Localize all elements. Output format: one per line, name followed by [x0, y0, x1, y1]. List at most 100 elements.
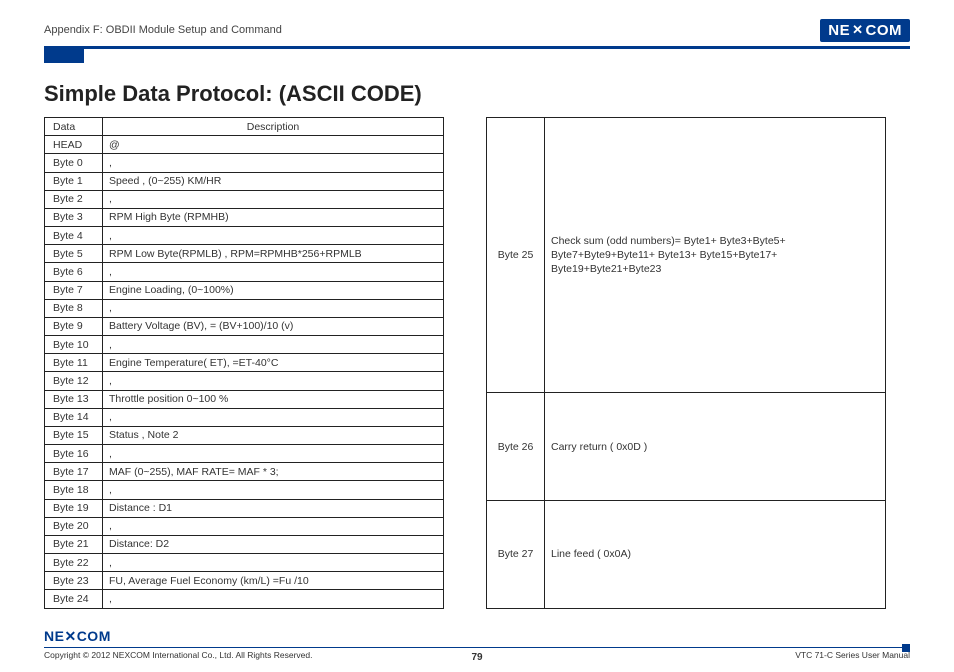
table-row: Byte 0, [45, 154, 444, 172]
table-row: Byte 2, [45, 190, 444, 208]
cell-description: Status , Note 2 [103, 426, 444, 444]
cell-description: , [103, 263, 444, 281]
th-data: Data [45, 118, 103, 136]
table-row: Byte 27Line feed ( 0x0A) [487, 501, 886, 609]
cell-data: Byte 13 [45, 390, 103, 408]
table-row: Byte 16, [45, 445, 444, 463]
table-row: Byte 21Distance: D2 [45, 535, 444, 553]
cell-data: Byte 8 [45, 299, 103, 317]
table-row: Byte 19Distance : D1 [45, 499, 444, 517]
cell-data: Byte 21 [45, 535, 103, 553]
cell-description: Throttle position 0~100 % [103, 390, 444, 408]
cell-description: , [103, 481, 444, 499]
cell-data: Byte 27 [487, 501, 545, 609]
cell-data: Byte 14 [45, 408, 103, 426]
cell-description: @ [103, 136, 444, 154]
th-description: Description [103, 118, 444, 136]
cell-data: Byte 6 [45, 263, 103, 281]
table-row: Byte 26Carry return ( 0x0D ) [487, 393, 886, 501]
table-row: Byte 23FU, Average Fuel Economy (km/L) =… [45, 572, 444, 590]
cell-description: RPM High Byte (RPMHB) [103, 208, 444, 226]
cell-description: Line feed ( 0x0A) [545, 501, 886, 609]
table-row: Byte 20, [45, 517, 444, 535]
cell-data: Byte 26 [487, 393, 545, 501]
cell-description: , [103, 445, 444, 463]
cell-data: Byte 12 [45, 372, 103, 390]
copyright-text: Copyright © 2012 NEXCOM International Co… [44, 650, 312, 660]
cell-data: Byte 20 [45, 517, 103, 535]
brand-logo: NE✕COM [820, 19, 910, 42]
cell-data: Byte 23 [45, 572, 103, 590]
cell-data: Byte 15 [45, 426, 103, 444]
cell-description: Check sum (odd numbers)= Byte1+ Byte3+By… [545, 118, 886, 393]
cell-data: Byte 22 [45, 554, 103, 572]
table-row: Byte 12, [45, 372, 444, 390]
table-row: Byte 4, [45, 227, 444, 245]
table-row: Byte 14, [45, 408, 444, 426]
footer-logo: NE✕COM [44, 628, 111, 645]
cell-data: Byte 5 [45, 245, 103, 263]
cell-description: , [103, 190, 444, 208]
cell-description: MAF (0~255), MAF RATE= MAF * 3; [103, 463, 444, 481]
header-tab-block [44, 49, 84, 63]
cell-data: HEAD [45, 136, 103, 154]
cell-description: Carry return ( 0x0D ) [545, 393, 886, 501]
table-row: Byte 3RPM High Byte (RPMHB) [45, 208, 444, 226]
cell-data: Byte 11 [45, 354, 103, 372]
manual-name: VTC 71-C Series User Manual [795, 650, 910, 660]
cell-description: , [103, 299, 444, 317]
page-number: 79 [471, 652, 482, 663]
table-row: HEAD@ [45, 136, 444, 154]
cell-data: Byte 24 [45, 590, 103, 608]
cell-description: , [103, 554, 444, 572]
cell-description: Distance: D2 [103, 535, 444, 553]
cell-description: , [103, 336, 444, 354]
logo-x-icon: ✕ [852, 22, 863, 38]
cell-description: , [103, 227, 444, 245]
cell-data: Byte 0 [45, 154, 103, 172]
protocol-table-right: Byte 25Check sum (odd numbers)= Byte1+ B… [486, 117, 886, 609]
cell-data: Byte 17 [45, 463, 103, 481]
table-row: Byte 6, [45, 263, 444, 281]
cell-description: , [103, 517, 444, 535]
page-title: Simple Data Protocol: (ASCII CODE) [44, 81, 910, 107]
protocol-table-left: Data Description HEAD@Byte 0,Byte 1Speed… [44, 117, 444, 609]
cell-data: Byte 19 [45, 499, 103, 517]
logo-x-icon: ✕ [64, 628, 76, 644]
table-row: Byte 9Battery Voltage (BV), = (BV+100)/1… [45, 317, 444, 335]
table-row: Byte 17MAF (0~255), MAF RATE= MAF * 3; [45, 463, 444, 481]
table-row: Byte 10, [45, 336, 444, 354]
cell-description: , [103, 372, 444, 390]
cell-data: Byte 1 [45, 172, 103, 190]
table-row: Byte 1Speed , (0~255) KM/HR [45, 172, 444, 190]
table-row: Byte 24, [45, 590, 444, 608]
footer-rule [44, 647, 910, 649]
cell-data: Byte 3 [45, 208, 103, 226]
table-row: Byte 25Check sum (odd numbers)= Byte1+ B… [487, 118, 886, 393]
cell-data: Byte 9 [45, 317, 103, 335]
cell-description: , [103, 590, 444, 608]
cell-data: Byte 2 [45, 190, 103, 208]
cell-data: Byte 18 [45, 481, 103, 499]
cell-description: Battery Voltage (BV), = (BV+100)/10 (v) [103, 317, 444, 335]
header-rule [44, 46, 910, 49]
cell-description: Engine Loading, (0~100%) [103, 281, 444, 299]
cell-data: Byte 4 [45, 227, 103, 245]
appendix-title: Appendix F: OBDII Module Setup and Comma… [44, 24, 282, 36]
table-row: Byte 15Status , Note 2 [45, 426, 444, 444]
table-row: Byte 22, [45, 554, 444, 572]
cell-description: Engine Temperature( ET), =ET-40°C [103, 354, 444, 372]
cell-description: FU, Average Fuel Economy (km/L) =Fu /10 [103, 572, 444, 590]
cell-description: , [103, 154, 444, 172]
cell-description: Distance : D1 [103, 499, 444, 517]
table-row: Byte 7Engine Loading, (0~100%) [45, 281, 444, 299]
cell-data: Byte 7 [45, 281, 103, 299]
cell-data: Byte 16 [45, 445, 103, 463]
table-row: Byte 11Engine Temperature( ET), =ET-40°C [45, 354, 444, 372]
table-row: Byte 13Throttle position 0~100 % [45, 390, 444, 408]
cell-data: Byte 10 [45, 336, 103, 354]
cell-description: Speed , (0~255) KM/HR [103, 172, 444, 190]
cell-description: RPM Low Byte(RPMLB) , RPM=RPMHB*256+RPML… [103, 245, 444, 263]
table-row: Byte 8, [45, 299, 444, 317]
table-row: Byte 18, [45, 481, 444, 499]
